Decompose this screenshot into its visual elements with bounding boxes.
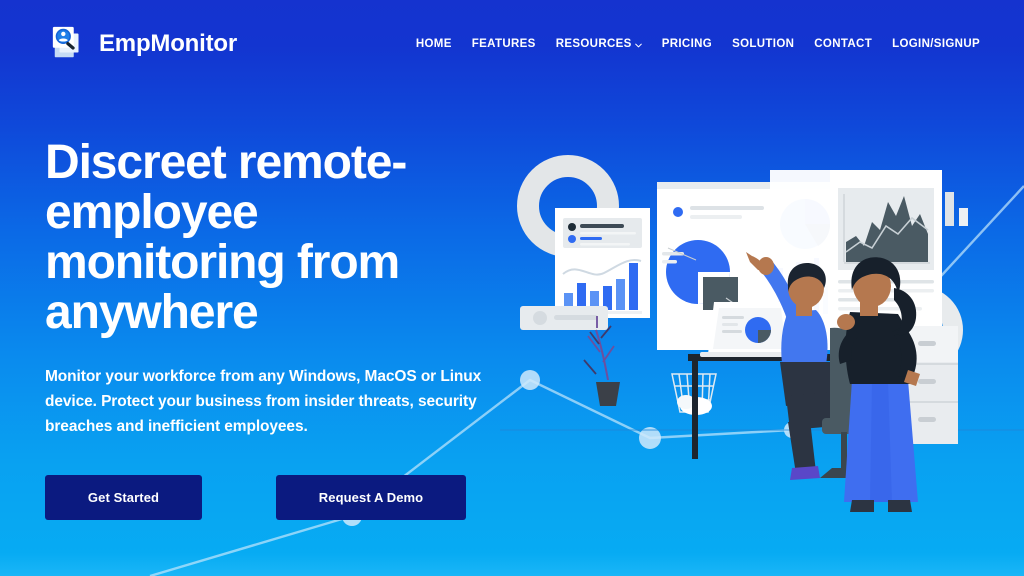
page-title: Discreet remote-employee monitoring from…: [45, 136, 407, 339]
nav-label: PRICING: [661, 38, 713, 50]
nav-item-contact[interactable]: CONTACT: [804, 32, 882, 56]
nav-item-solution[interactable]: SOLUTION: [722, 32, 804, 56]
hero-illustration: [500, 130, 1024, 576]
keyboard: [520, 306, 608, 330]
nav-label: LOGIN/SIGNUP: [892, 38, 980, 50]
bar-chart-card: [555, 208, 650, 318]
hero-content: Discreet remote-employee monitoring from…: [45, 138, 525, 520]
nav-label: FEATURES: [471, 38, 536, 50]
nav-item-pricing[interactable]: PRICING: [652, 32, 722, 56]
nav-item-login-signup[interactable]: LOGIN/SIGNUP: [882, 32, 990, 56]
nav-item-resources[interactable]: RESOURCES: [546, 32, 652, 56]
nav-item-home[interactable]: HOME: [406, 32, 462, 56]
nav-label: SOLUTION: [732, 38, 795, 50]
cta-button-row: Get Started Request A Demo: [45, 474, 525, 520]
hero-subheadline: Monitor your workforce from any Windows,…: [45, 367, 482, 435]
nav-item-features[interactable]: FEATURES: [462, 32, 546, 56]
hero-page: EmpMonitor HOME FEATURES RESOURCES PRICI…: [0, 0, 1024, 576]
nav-label: CONTACT: [814, 38, 873, 50]
get-started-button[interactable]: Get Started: [45, 474, 202, 520]
site-header: EmpMonitor HOME FEATURES RESOURCES PRICI…: [0, 0, 1024, 88]
nav-label: RESOURCES: [555, 38, 632, 50]
magnifier-document-icon: [50, 25, 88, 63]
main-navigation: HOME FEATURES RESOURCES PRICING SOLUTION: [406, 32, 990, 56]
brand-name: EmpMonitor: [99, 30, 237, 57]
nav-label: HOME: [415, 38, 452, 50]
chevron-down-icon: [634, 40, 642, 47]
brand-logo[interactable]: EmpMonitor: [50, 25, 237, 63]
request-demo-button[interactable]: Request A Demo: [276, 474, 466, 520]
